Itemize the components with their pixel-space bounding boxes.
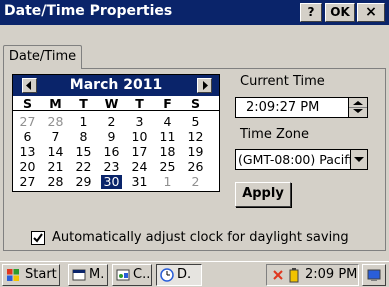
calendar-day[interactable]: 13 bbox=[17, 145, 38, 159]
weekday-label: S bbox=[190, 96, 200, 111]
close-button[interactable]: × bbox=[357, 3, 385, 22]
system-tray: 2:09 PM bbox=[266, 264, 359, 286]
calendar-day[interactable]: 28 bbox=[45, 175, 66, 189]
ok-button[interactable]: OK bbox=[325, 3, 355, 22]
weekday-label: S bbox=[22, 96, 32, 111]
calendar-day[interactable]: 14 bbox=[45, 145, 66, 159]
calendar-day[interactable]: 26 bbox=[185, 160, 206, 174]
taskbar-item-d[interactable]: D. bbox=[156, 264, 202, 286]
next-month-button[interactable] bbox=[197, 78, 212, 93]
weekday-label: T bbox=[79, 96, 88, 111]
weekday-label: F bbox=[163, 96, 172, 111]
spin-up-icon[interactable] bbox=[353, 101, 363, 105]
time-zone-label: Time Zone bbox=[240, 127, 310, 142]
time-zone-dropdown-button[interactable] bbox=[350, 150, 367, 169]
calendar-day[interactable]: 19 bbox=[185, 145, 206, 159]
calendar-day[interactable]: 21 bbox=[45, 160, 66, 174]
network-icon[interactable] bbox=[271, 268, 285, 282]
windows-flag-icon bbox=[7, 269, 19, 281]
desktop-icon bbox=[367, 269, 381, 281]
help-button[interactable]: ? bbox=[300, 3, 322, 22]
clock-text[interactable]: 2:09 PM bbox=[305, 265, 357, 285]
calendar-day[interactable]: 1 bbox=[157, 175, 178, 189]
start-label: Start bbox=[25, 267, 57, 282]
weekday-label: M bbox=[49, 96, 62, 111]
right-triangle-icon bbox=[203, 81, 208, 90]
taskbar-item-label: D. bbox=[177, 267, 192, 282]
show-desktop-button[interactable] bbox=[362, 264, 386, 286]
weekday-label: W bbox=[104, 96, 119, 111]
calendar-day[interactable]: 25 bbox=[157, 160, 178, 174]
calendar-header: March 2011 bbox=[13, 75, 219, 96]
tab-date-time[interactable]: Date/Time bbox=[3, 45, 82, 69]
window-title: Date/Time Properties bbox=[4, 3, 173, 19]
calendar-day[interactable]: 27 bbox=[17, 115, 38, 129]
daylight-checkbox-label[interactable]: Automatically adjust clock for daylight … bbox=[52, 230, 349, 245]
calendar-day[interactable]: 11 bbox=[157, 130, 178, 144]
calendar-day[interactable]: 31 bbox=[129, 175, 150, 189]
calendar-day[interactable]: 7 bbox=[45, 130, 66, 144]
month-label[interactable]: March 2011 bbox=[43, 77, 189, 93]
calendar-day[interactable]: 2 bbox=[101, 115, 122, 129]
calendar-day[interactable]: 5 bbox=[185, 115, 206, 129]
spin-divider bbox=[349, 107, 367, 108]
calendar-day[interactable]: 18 bbox=[157, 145, 178, 159]
weekday-label: T bbox=[135, 96, 144, 111]
prev-month-button[interactable] bbox=[22, 78, 37, 93]
window-icon bbox=[72, 269, 86, 281]
calendar-day[interactable]: 27 bbox=[17, 175, 38, 189]
start-button[interactable]: Start bbox=[2, 264, 60, 286]
calendar-day[interactable]: 4 bbox=[157, 115, 178, 129]
calendar-day[interactable]: 22 bbox=[73, 160, 94, 174]
calendar-day[interactable]: 16 bbox=[101, 145, 122, 159]
apply-button[interactable]: Apply bbox=[235, 182, 291, 207]
clock-icon bbox=[160, 268, 174, 282]
calendar-day[interactable]: 3 bbox=[129, 115, 150, 129]
spin-down-icon[interactable] bbox=[353, 109, 363, 113]
taskbar-item-label: M. bbox=[89, 267, 105, 282]
left-triangle-icon bbox=[26, 81, 31, 90]
calendar-day[interactable]: 17 bbox=[129, 145, 150, 159]
current-time-label: Current Time bbox=[240, 74, 325, 89]
taskbar: Start M. C.. D. 2:09 PM bbox=[0, 261, 389, 287]
taskbar-item-m[interactable]: M. bbox=[68, 264, 108, 286]
calendar-day[interactable]: 20 bbox=[17, 160, 38, 174]
calendar-day[interactable]: 28 bbox=[45, 115, 66, 129]
checkmark-icon bbox=[33, 233, 43, 243]
calendar-day[interactable]: 8 bbox=[73, 130, 94, 144]
current-time-value: 2:09:27 PM bbox=[246, 100, 320, 115]
calendar-day[interactable]: 23 bbox=[101, 160, 122, 174]
time-zone-select[interactable]: (GMT-08:00) Pacific Time bbox=[235, 149, 368, 170]
month-calendar: March 2011 S M T W T F S 27 28 1 2 3 4 5 6 7 8 9 10… bbox=[12, 74, 220, 192]
calendar-day[interactable]: 15 bbox=[73, 145, 94, 159]
calendar-day[interactable]: 10 bbox=[129, 130, 150, 144]
calendar-day[interactable]: 2 bbox=[185, 175, 206, 189]
daylight-checkbox[interactable] bbox=[31, 231, 45, 245]
chevron-down-icon bbox=[354, 157, 364, 162]
control-panel-icon bbox=[116, 269, 130, 281]
time-zone-value: (GMT-08:00) Pacific Time bbox=[238, 152, 350, 167]
calendar-day[interactable]: 30 bbox=[101, 175, 122, 189]
calendar-day[interactable]: 24 bbox=[129, 160, 150, 174]
current-time-field[interactable]: 2:09:27 PM bbox=[235, 97, 368, 118]
weekday-row: S M T W T F S bbox=[13, 97, 219, 111]
taskbar-item-label: C.. bbox=[133, 267, 151, 282]
time-spin-buttons[interactable] bbox=[348, 98, 367, 117]
calendar-day[interactable]: 12 bbox=[185, 130, 206, 144]
title-bar: Date/Time Properties ? OK × bbox=[0, 0, 389, 25]
taskbar-item-c[interactable]: C.. bbox=[112, 264, 152, 286]
battery-icon[interactable] bbox=[287, 267, 301, 283]
calendar-day[interactable]: 6 bbox=[17, 130, 38, 144]
calendar-day[interactable]: 1 bbox=[73, 115, 94, 129]
calendar-day[interactable]: 9 bbox=[101, 130, 122, 144]
calendar-day[interactable]: 29 bbox=[73, 175, 94, 189]
